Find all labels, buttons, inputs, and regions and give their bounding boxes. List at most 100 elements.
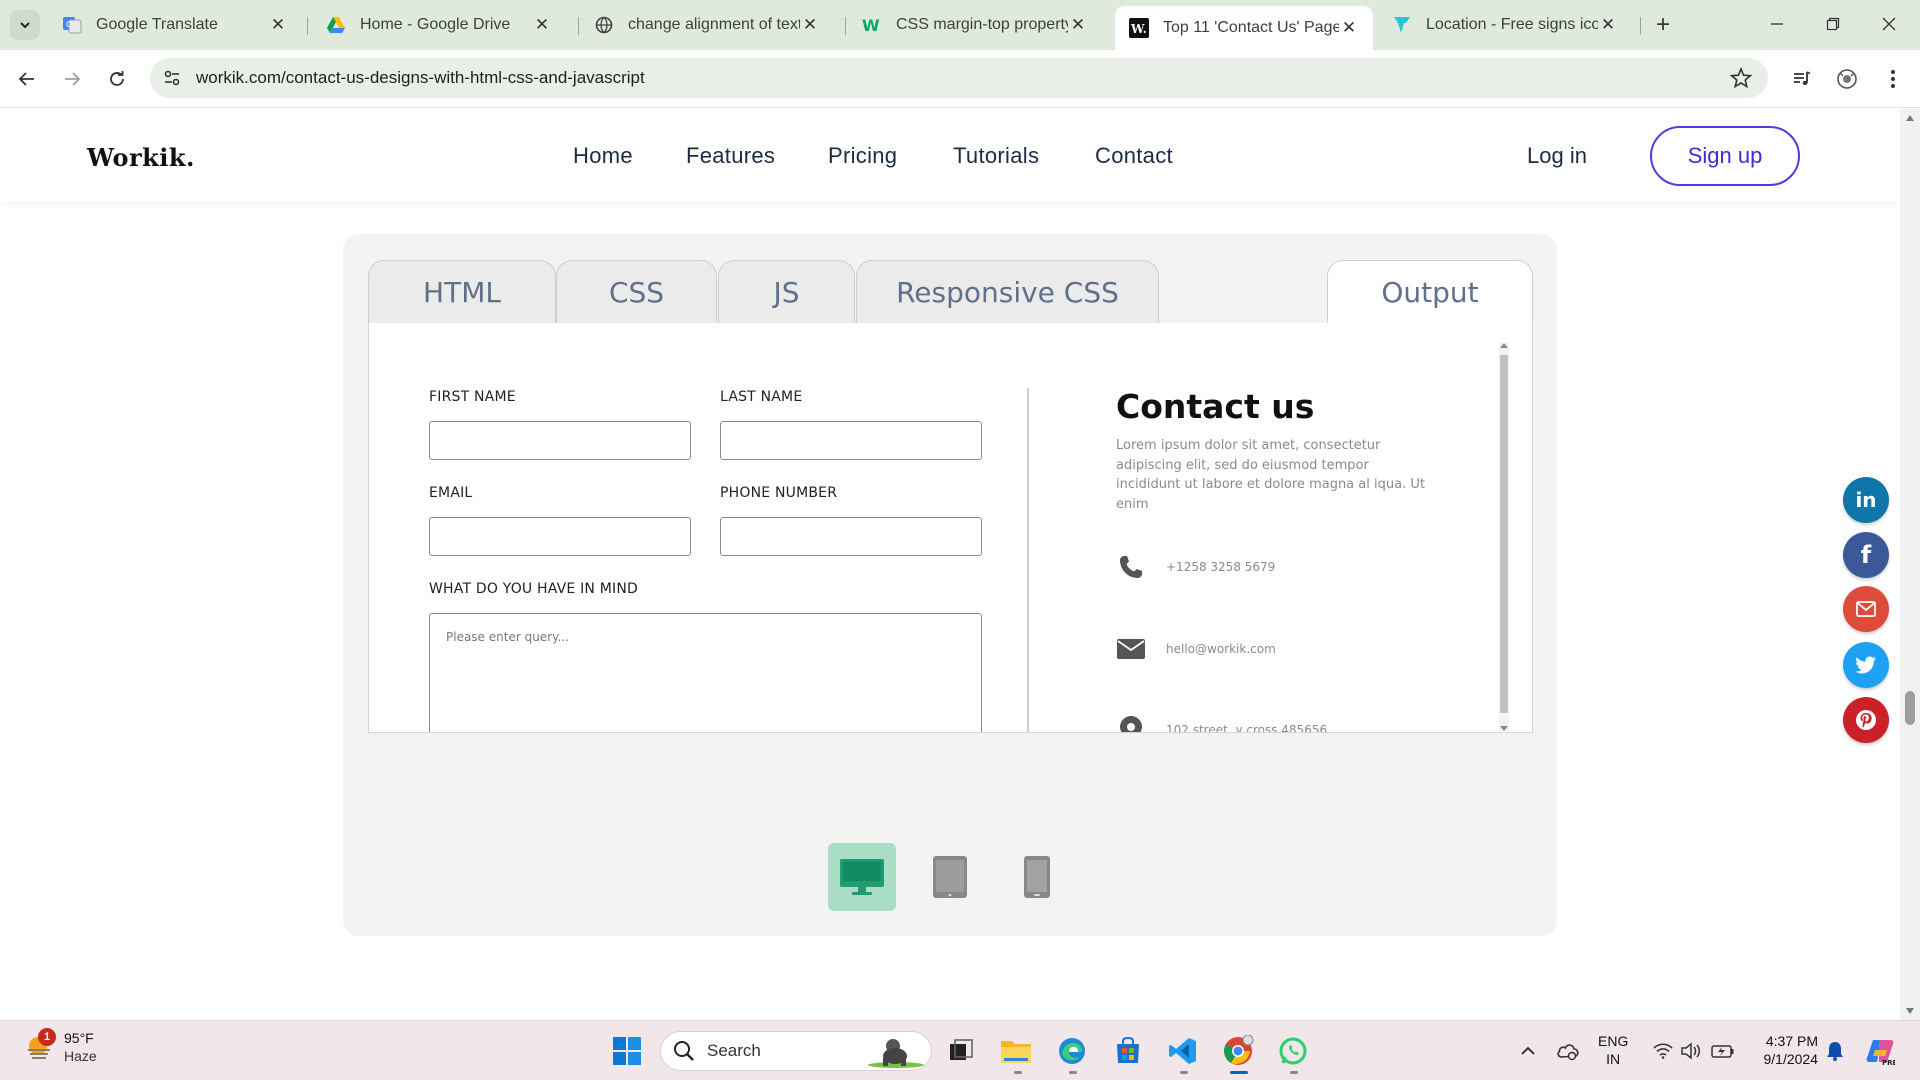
browser-tab-google-translate[interactable]: G Google Translate ✕: [48, 6, 302, 44]
profile-extension-button[interactable]: [1832, 64, 1862, 94]
address-bar[interactable]: workik.com/contact-us-designs-with-html-…: [150, 58, 1768, 98]
phone-icon: [1116, 552, 1146, 582]
close-icon[interactable]: ✕: [1339, 18, 1359, 38]
tab-html[interactable]: HTML: [368, 260, 556, 324]
start-button[interactable]: [609, 1033, 645, 1069]
back-button[interactable]: [12, 64, 42, 94]
bookmark-star-icon[interactable]: [1730, 67, 1752, 89]
close-window-button[interactable]: [1866, 8, 1912, 40]
close-icon[interactable]: ✕: [1068, 15, 1088, 35]
close-icon[interactable]: ✕: [800, 15, 820, 35]
phone-field[interactable]: [720, 517, 982, 556]
page-scrollbar[interactable]: [1900, 109, 1920, 1020]
scrollbar-thumb[interactable]: [1905, 691, 1915, 725]
login-link[interactable]: Log in: [1527, 143, 1587, 169]
last-name-field[interactable]: [720, 421, 982, 460]
workik-logo[interactable]: Workik.: [87, 143, 195, 172]
browser-tab-change-alignment[interactable]: change alignment of text i ✕: [580, 6, 834, 44]
tab-title: Top 11 'Contact Us' Page D: [1163, 19, 1339, 36]
tablet-icon: [933, 856, 967, 898]
clock[interactable]: 4:37 PM 9/1/2024: [1750, 1032, 1819, 1068]
battery-button[interactable]: [1705, 1033, 1741, 1069]
tab-css[interactable]: CSS: [556, 260, 717, 324]
nav-home[interactable]: Home: [573, 143, 633, 169]
scroll-down-arrow[interactable]: [1906, 1008, 1914, 1014]
task-view-icon: [950, 1039, 973, 1060]
browser-tab-workik-active[interactable]: W. Top 11 'Contact Us' Page D ✕: [1115, 6, 1373, 50]
new-tab-button[interactable]: +: [1650, 11, 1676, 38]
last-name-label: LAST NAME: [720, 389, 803, 405]
linkedin-share-button[interactable]: in: [1843, 477, 1889, 523]
minimize-button[interactable]: [1754, 8, 1800, 40]
show-hidden-icons-button[interactable]: [1510, 1033, 1546, 1069]
edge-icon: [1059, 1038, 1085, 1064]
query-textarea[interactable]: Please enter query...: [429, 613, 982, 732]
facebook-share-button[interactable]: f: [1843, 532, 1889, 578]
task-view-button[interactable]: [943, 1033, 979, 1069]
forward-button[interactable]: [57, 64, 87, 94]
preview-scrollbar[interactable]: [1499, 343, 1509, 731]
minimize-icon: [1771, 23, 1783, 25]
active-app-indicator: [1230, 1071, 1248, 1074]
taskbar-search[interactable]: Search: [660, 1031, 932, 1071]
close-icon[interactable]: ✕: [1598, 15, 1618, 35]
file-explorer-button[interactable]: [998, 1033, 1034, 1069]
flaticon-icon: [1392, 15, 1412, 35]
scroll-up-arrow[interactable]: [1906, 115, 1914, 121]
signup-button[interactable]: Sign up: [1650, 126, 1800, 186]
browser-tab-google-drive[interactable]: Home - Google Drive ✕: [312, 6, 566, 44]
site-settings-icon[interactable]: [162, 68, 182, 88]
chrome-icon: [1224, 1035, 1254, 1065]
first-name-field[interactable]: [429, 421, 691, 460]
kebab-menu-icon: [1891, 70, 1895, 88]
email-field[interactable]: [429, 517, 691, 556]
svg-text:W.: W.: [1130, 22, 1147, 36]
pinterest-icon: [1856, 710, 1876, 730]
edge-button[interactable]: [1054, 1033, 1090, 1069]
folder-icon: [1001, 1041, 1031, 1063]
url-text: workik.com/contact-us-designs-with-html-…: [196, 68, 645, 87]
restore-button[interactable]: [1810, 8, 1856, 40]
mobile-view-button[interactable]: [1003, 843, 1071, 911]
contact-phone: +1258 3258 5679: [1166, 560, 1276, 574]
onedrive-button[interactable]: [1550, 1033, 1586, 1069]
email-share-button[interactable]: [1843, 586, 1889, 632]
twitter-share-button[interactable]: [1843, 642, 1889, 688]
close-icon[interactable]: ✕: [268, 15, 288, 35]
reload-button[interactable]: [102, 64, 132, 94]
microsoft-store-button[interactable]: [1110, 1033, 1146, 1069]
linkedin-icon: in: [1855, 488, 1877, 512]
scroll-down-arrow[interactable]: [1500, 726, 1508, 731]
tab-js[interactable]: JS: [718, 260, 855, 324]
media-controls-button[interactable]: [1787, 64, 1817, 94]
weather-widget[interactable]: 1 95°F Haze: [24, 1028, 97, 1065]
nav-features[interactable]: Features: [686, 143, 775, 169]
tablet-view-button[interactable]: [916, 843, 984, 911]
nav-tutorials[interactable]: Tutorials: [953, 143, 1039, 169]
chrome-menu-button[interactable]: [1878, 64, 1908, 94]
vscode-button[interactable]: [1165, 1033, 1201, 1069]
tab-search-button[interactable]: [10, 10, 40, 40]
chrome-button[interactable]: [1220, 1033, 1256, 1069]
nav-contact[interactable]: Contact: [1095, 143, 1173, 169]
pinterest-share-button[interactable]: [1843, 697, 1889, 743]
battery-charging-icon: [1711, 1045, 1734, 1058]
scroll-up-arrow[interactable]: [1500, 343, 1508, 348]
browser-tab-css-margin-top[interactable]: W CSS margin-top property ✕: [848, 6, 1102, 44]
scrollbar-thumb[interactable]: [1500, 355, 1508, 713]
browser-tab-location-icons[interactable]: Location - Free signs icons ✕: [1378, 6, 1632, 44]
tab-separator: [1640, 17, 1641, 35]
tab-output[interactable]: Output: [1327, 260, 1533, 324]
language-indicator[interactable]: ENG IN: [1598, 1032, 1628, 1068]
copilot-button[interactable]: PRE: [1862, 1033, 1898, 1069]
tab-responsive-css[interactable]: Responsive CSS: [856, 260, 1159, 324]
close-icon[interactable]: ✕: [532, 15, 552, 35]
whatsapp-button[interactable]: [1275, 1033, 1311, 1069]
notifications-button[interactable]: [1817, 1033, 1853, 1069]
workik-icon: W.: [1129, 18, 1149, 38]
close-icon: [1882, 17, 1896, 31]
extension-icon: [1837, 69, 1857, 89]
desktop-view-button[interactable]: [828, 843, 896, 911]
nav-pricing[interactable]: Pricing: [828, 143, 897, 169]
browser-toolbar: workik.com/contact-us-designs-with-html-…: [0, 50, 1920, 108]
